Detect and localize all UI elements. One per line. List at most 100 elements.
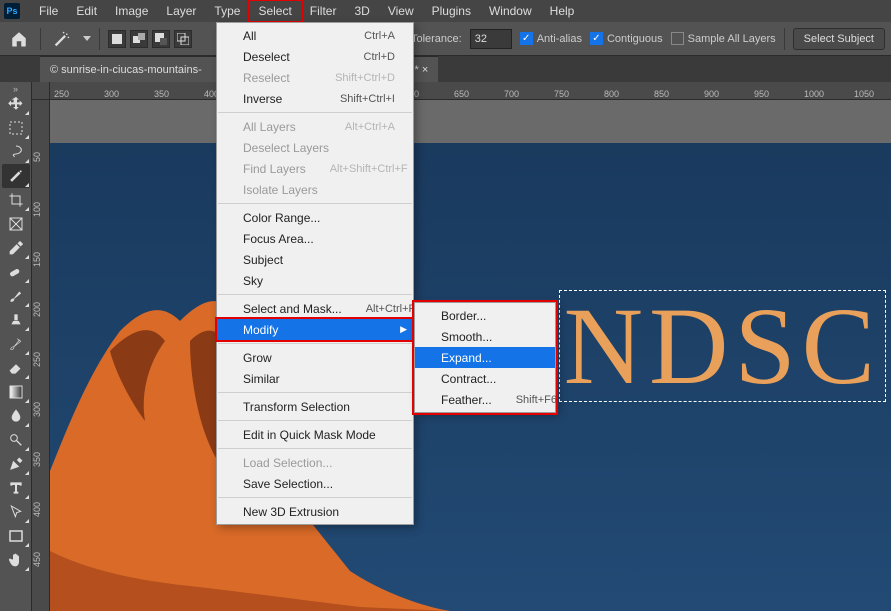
menu-file[interactable]: File [30,1,67,21]
menu-item-label: All [243,29,256,43]
select-menu-item-subject[interactable]: Subject [217,249,413,270]
menu-item-label: Smooth... [441,330,492,344]
select-menu-item-modify[interactable]: Modify ▶ [217,319,413,340]
selection-new-icon[interactable] [108,30,126,48]
lasso-tool-icon[interactable] [2,140,30,164]
healing-brush-tool-icon[interactable] [2,260,30,284]
menu-item-label: Reselect [243,71,290,85]
modify-menu-item-contract[interactable]: Contract... [415,368,555,389]
text-tool-icon[interactable] [2,476,30,500]
select-menu-item-isolate-layers: Isolate Layers [217,179,413,200]
menu-item-shortcut: Shift+Ctrl+I [340,93,395,105]
select-menu-item-reselect: ReselectShift+Ctrl+D [217,67,413,88]
menu-3d[interactable]: 3D [345,1,378,21]
select-menu-item-save-selection[interactable]: Save Selection... [217,473,413,494]
tool-preset-chevron-icon[interactable] [83,36,91,42]
eraser-tool-icon[interactable] [2,356,30,380]
select-menu-item-all[interactable]: All Ctrl+A [217,25,413,46]
menu-item-shortcut: Alt+Ctrl+A [345,121,395,133]
menu-select[interactable]: Select [249,1,300,21]
antialias-label: Anti-alias [537,33,582,45]
sample-all-checkbox[interactable]: Sample All Layers [671,32,776,45]
history-brush-tool-icon[interactable] [2,332,30,356]
blur-tool-icon[interactable] [2,404,30,428]
contiguous-checkbox[interactable]: ✓Contiguous [590,32,663,45]
select-menu-item-focus-area[interactable]: Focus Area... [217,228,413,249]
clone-stamp-tool-icon[interactable] [2,308,30,332]
modify-menu-item-feather[interactable]: Feather...Shift+F6 [415,389,555,410]
frame-tool-icon[interactable] [2,212,30,236]
modify-menu-item-smooth[interactable]: Smooth... [415,326,555,347]
menubar: Ps File Edit Image Layer Type Select Fil… [0,0,891,22]
home-icon[interactable] [6,26,32,52]
ruler-vertical[interactable]: 50100150200250300350400450 [32,100,50,611]
menu-item-label: Color Range... [243,211,320,225]
tolerance-input[interactable] [470,29,512,49]
app-logo: Ps [4,3,20,19]
modify-menu-item-border[interactable]: Border... [415,305,555,326]
tolerance-label: Tolerance: [411,33,462,45]
menu-item-label: Similar [243,372,280,386]
select-menu-item-edit-in-quick-mask-mode[interactable]: Edit in Quick Mask Mode [217,424,413,445]
menu-filter[interactable]: Filter [301,1,346,21]
menu-item-label: Expand... [441,351,492,365]
select-menu-item-find-layers: Find LayersAlt+Shift+Ctrl+F [217,158,413,179]
select-menu-item-select-and-mask[interactable]: Select and Mask...Alt+Ctrl+R [217,298,413,319]
menu-item-shortcut: Ctrl+D [364,51,395,63]
menu-window[interactable]: Window [480,1,541,21]
rectangle-tool-icon[interactable] [2,524,30,548]
menu-edit[interactable]: Edit [67,1,106,21]
menu-view[interactable]: View [379,1,423,21]
eyedropper-tool-icon[interactable] [2,236,30,260]
menu-item-label: Save Selection... [243,477,333,491]
menu-item-label: Border... [441,309,486,323]
select-subject-button[interactable]: Select Subject [793,28,885,50]
ruler-horizontal[interactable]: 2503003504004505005506006507007508008509… [50,82,891,100]
marquee-tool-icon[interactable] [2,116,30,140]
select-menu-item-inverse[interactable]: InverseShift+Ctrl+I [217,88,413,109]
select-menu-item-similar[interactable]: Similar [217,368,413,389]
menu-type[interactable]: Type [205,1,249,21]
dodge-tool-icon[interactable] [2,428,30,452]
antialias-checkbox[interactable]: ✓Anti-alias [520,32,582,45]
menu-item-label: Contract... [441,372,496,386]
submenu-arrow-icon: ▶ [400,324,407,335]
options-bar: Tolerance: ✓Anti-alias ✓Contiguous Sampl… [0,22,891,56]
magic-wand-tool-icon[interactable] [2,164,30,188]
select-menu-item-color-range[interactable]: Color Range... [217,207,413,228]
menu-item-label: Modify [243,323,278,337]
pen-tool-icon[interactable] [2,452,30,476]
document-tab-title: © sunrise-in-ciucas-mountains- [50,64,202,76]
menu-plugins[interactable]: Plugins [423,1,480,21]
select-menu-item-transform-selection[interactable]: Transform Selection [217,396,413,417]
gradient-tool-icon[interactable] [2,380,30,404]
menu-item-shortcut: Ctrl+A [364,30,395,42]
menu-item-label: Select and Mask... [243,302,342,316]
wand-icon[interactable] [49,26,75,52]
selection-intersect-icon[interactable] [174,30,192,48]
selection-add-icon[interactable] [130,30,148,48]
modify-menu-item-expand[interactable]: Expand... [415,347,555,368]
menu-layer[interactable]: Layer [157,1,205,21]
select-menu-item-load-selection: Load Selection... [217,452,413,473]
select-menu-item-sky[interactable]: Sky [217,270,413,291]
brush-tool-icon[interactable] [2,284,30,308]
hand-tool-icon[interactable] [2,548,30,572]
menu-item-label: New 3D Extrusion [243,505,339,519]
crop-tool-icon[interactable] [2,188,30,212]
menu-item-shortcut: Alt+Ctrl+R [366,303,417,315]
menu-item-label: Grow [243,351,272,365]
selection-subtract-icon[interactable] [152,30,170,48]
menu-help[interactable]: Help [541,1,584,21]
menu-item-label: Isolate Layers [243,183,318,197]
select-menu-item-deselect[interactable]: DeselectCtrl+D [217,46,413,67]
move-tool-icon[interactable] [2,92,30,116]
menu-item-label: Feather... [441,393,492,407]
menu-item-shortcut: Alt+Shift+Ctrl+F [330,163,408,175]
menu-item-label: Edit in Quick Mask Mode [243,428,376,442]
menu-item-label: Transform Selection [243,400,350,414]
path-select-tool-icon[interactable] [2,500,30,524]
menu-image[interactable]: Image [106,1,157,21]
select-menu-item-grow[interactable]: Grow [217,347,413,368]
select-menu-item-new-3d-extrusion[interactable]: New 3D Extrusion [217,501,413,522]
